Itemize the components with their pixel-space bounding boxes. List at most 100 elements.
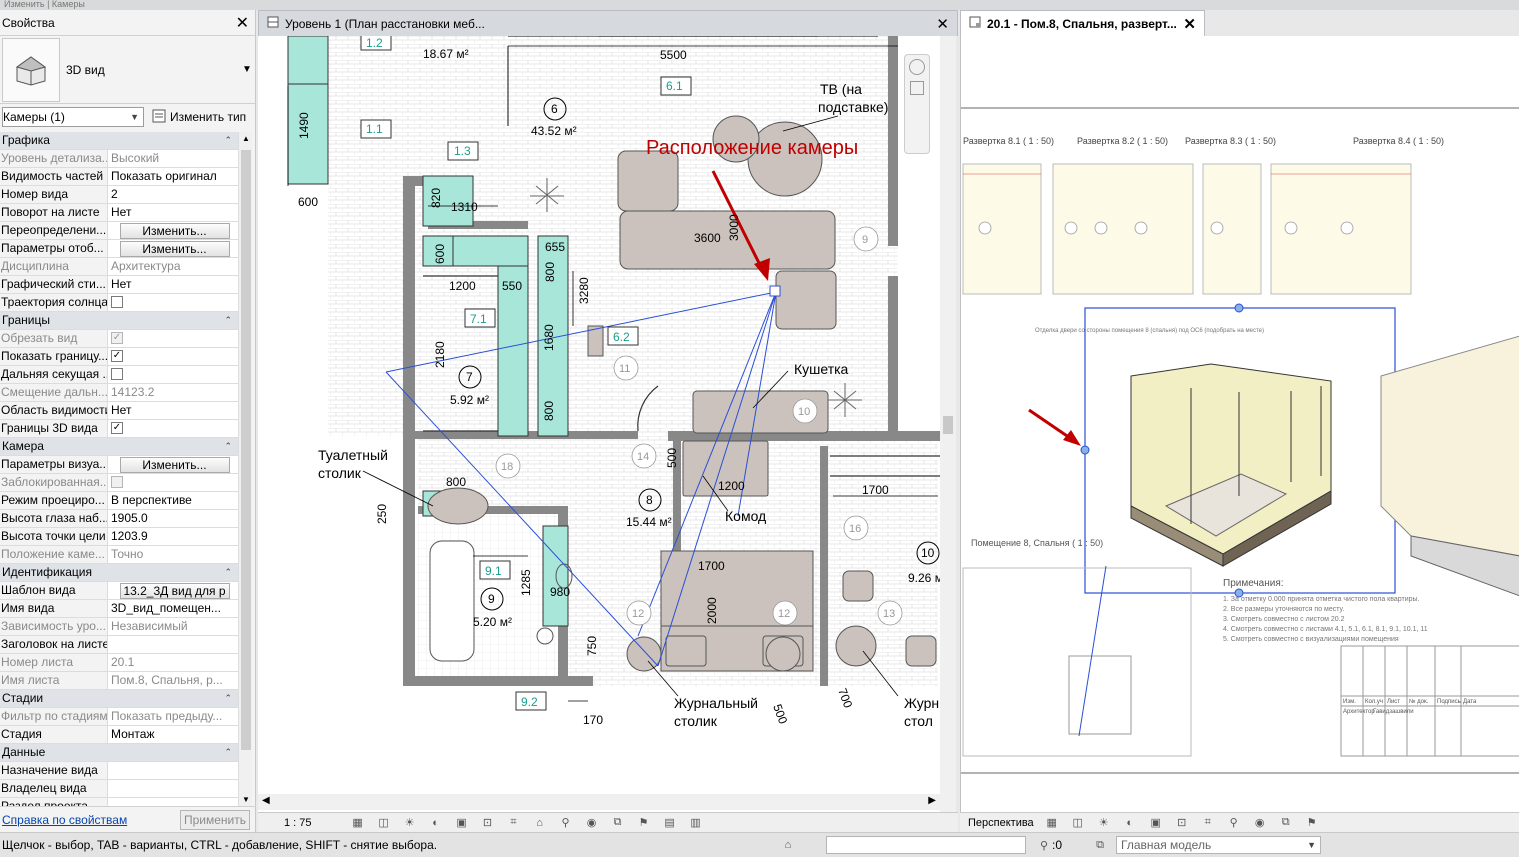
analytic-icon[interactable]: ▥ [688,816,704,830]
chevron-down-icon[interactable]: ▼ [239,64,255,75]
property-value[interactable]: Архитектура [108,258,238,275]
scroll-right-icon[interactable]: ▶ [928,795,936,806]
show-crop-icon[interactable]: ⌗ [1200,816,1216,830]
property-checkbox[interactable]: ✓ [111,331,123,344]
highlight-icon[interactable]: ▤ [662,816,678,830]
property-value[interactable]: Монтаж [108,726,238,743]
render-icon[interactable]: ▣ [1148,816,1164,830]
constraints-icon[interactable]: ⚑ [1304,816,1320,830]
property-value[interactable]: 14123.2 [108,384,238,401]
view-projection[interactable]: Перспектива [968,817,1034,829]
property-edit-button[interactable]: Изменить... [119,222,230,239]
property-value[interactable]: Изменить... [108,222,238,239]
property-value[interactable]: Изменить... [108,456,238,473]
scroll-down-icon[interactable]: ▼ [239,795,253,804]
property-checkbox[interactable]: ✓ [111,349,123,362]
reveal-icon[interactable]: ◉ [1252,816,1268,830]
worksharing-icon[interactable]: ⧉ [610,816,626,830]
property-value[interactable]: 1905.0 [108,510,238,527]
property-value[interactable]: 13.2_3Д вид для р [108,582,238,599]
lock-icon[interactable]: ⌂ [532,816,548,830]
close-icon[interactable]: ✕ [936,15,949,33]
property-checkbox[interactable] [111,295,123,308]
property-value[interactable]: Показать предыду... [108,708,238,725]
property-group[interactable]: Камера ⌃ [0,438,238,456]
workset-icon[interactable]: ⌂ [780,838,796,852]
shadows-icon[interactable]: ◐ [428,816,444,830]
property-value[interactable] [108,636,238,653]
zoom-icon[interactable] [910,81,924,95]
crop-view-icon[interactable]: ⊡ [1174,816,1190,830]
design-options-icon[interactable]: ⧉ [1092,838,1108,852]
property-group[interactable]: Данные ⌃ [0,744,238,762]
scroll-left-icon[interactable]: ◀ [262,795,270,806]
model-select[interactable]: Главная модель ▼ [1116,836,1322,854]
property-value[interactable] [108,798,238,806]
constraints-icon[interactable]: ⚑ [636,816,652,830]
floor-plan-view[interactable]: Расположение камеры 18.67 м² 6 43.52 м² … [258,36,940,812]
property-group[interactable]: Идентификация ⌃ [0,564,238,582]
plan-vertical-scrollbar[interactable] [940,36,956,812]
filter-icon[interactable]: ⚲ [1036,838,1052,852]
temp-hide-icon[interactable]: ⚲ [558,816,574,830]
collapse-icon[interactable]: ⌃ [224,690,232,707]
property-group[interactable]: Стадии ⌃ [0,690,238,708]
scrollbar-thumb[interactable] [943,416,953,434]
property-value[interactable]: В перспективе [108,492,238,509]
property-value[interactable] [108,762,238,779]
apply-button[interactable]: Применить [180,809,250,830]
detail-level-icon[interactable]: ▦ [350,816,366,830]
property-value[interactable] [108,780,238,797]
property-value[interactable] [108,294,238,311]
sheet-canvas[interactable]: Развертка 8.1 ( 1 : 50) Развертка 8.2 ( … [961,36,1519,812]
render-icon[interactable]: ▣ [454,816,470,830]
property-group[interactable]: Графика ⌃ [0,132,238,150]
property-checkbox[interactable] [111,367,123,380]
crop-view-icon[interactable]: ⊡ [480,816,496,830]
help-link[interactable]: Справка по свойствам [2,813,127,827]
property-edit-button[interactable]: Изменить... [119,456,230,473]
property-value[interactable]: Нет [108,276,238,293]
property-value[interactable] [108,366,238,383]
property-group[interactable]: Границы ⌃ [0,312,238,330]
property-value[interactable]: Высокий [108,150,238,167]
property-value[interactable]: ✓ [108,348,238,365]
collapse-icon[interactable]: ⌃ [224,744,232,761]
instance-filter-select[interactable]: Камеры (1) ▼ [2,107,144,127]
navigation-bar[interactable] [904,54,930,154]
visual-style-icon[interactable]: ◫ [1070,816,1086,830]
show-crop-icon[interactable]: ⌗ [506,816,522,830]
sun-path-icon[interactable]: ☀ [402,816,418,830]
property-value[interactable]: Нет [108,204,238,221]
type-selector[interactable]: 3D вид ▼ [0,36,255,104]
close-icon[interactable]: ✕ [1183,15,1196,33]
collapse-icon[interactable]: ⌃ [224,132,232,149]
property-checkbox[interactable] [111,475,123,488]
close-icon[interactable]: ✕ [236,13,249,33]
property-value[interactable]: Независимый [108,618,238,635]
scroll-up-icon[interactable]: ▲ [239,134,253,143]
camera-icon[interactable] [769,285,781,297]
worksharing-icon[interactable]: ⧉ [1278,816,1294,830]
property-value[interactable]: Точно [108,546,238,563]
floor-plan-canvas[interactable]: Расположение камеры 18.67 м² 6 43.52 м² … [258,36,940,812]
tab-plan[interactable]: Уровень 1 (План расстановки меб... ✕ [258,10,958,36]
edit-type-button[interactable]: Изменить тип [148,109,250,126]
property-value[interactable]: 20.1 [108,654,238,671]
property-checkbox[interactable]: ✓ [111,421,123,434]
scrollbar-thumb[interactable] [241,150,251,750]
property-value[interactable]: Нет [108,402,238,419]
property-edit-button[interactable]: 13.2_3Д вид для р [119,582,230,599]
property-value[interactable]: 1203.9 [108,528,238,545]
plan-horizontal-scrollbar[interactable]: ◀ ▶ [258,794,940,810]
shadows-icon[interactable]: ◐ [1122,816,1138,830]
visual-style-icon[interactable]: ◫ [376,816,392,830]
property-value[interactable]: ✓ [108,420,238,437]
steering-wheel-icon[interactable] [909,59,925,75]
sheet-view[interactable]: Развертка 8.1 ( 1 : 50) Развертка 8.2 ( … [960,36,1519,812]
property-value[interactable]: ✓ [108,330,238,347]
property-value[interactable] [108,474,238,491]
sun-path-icon[interactable]: ☀ [1096,816,1112,830]
property-value[interactable]: Изменить... [108,240,238,257]
temp-hide-icon[interactable]: ⚲ [1226,816,1242,830]
